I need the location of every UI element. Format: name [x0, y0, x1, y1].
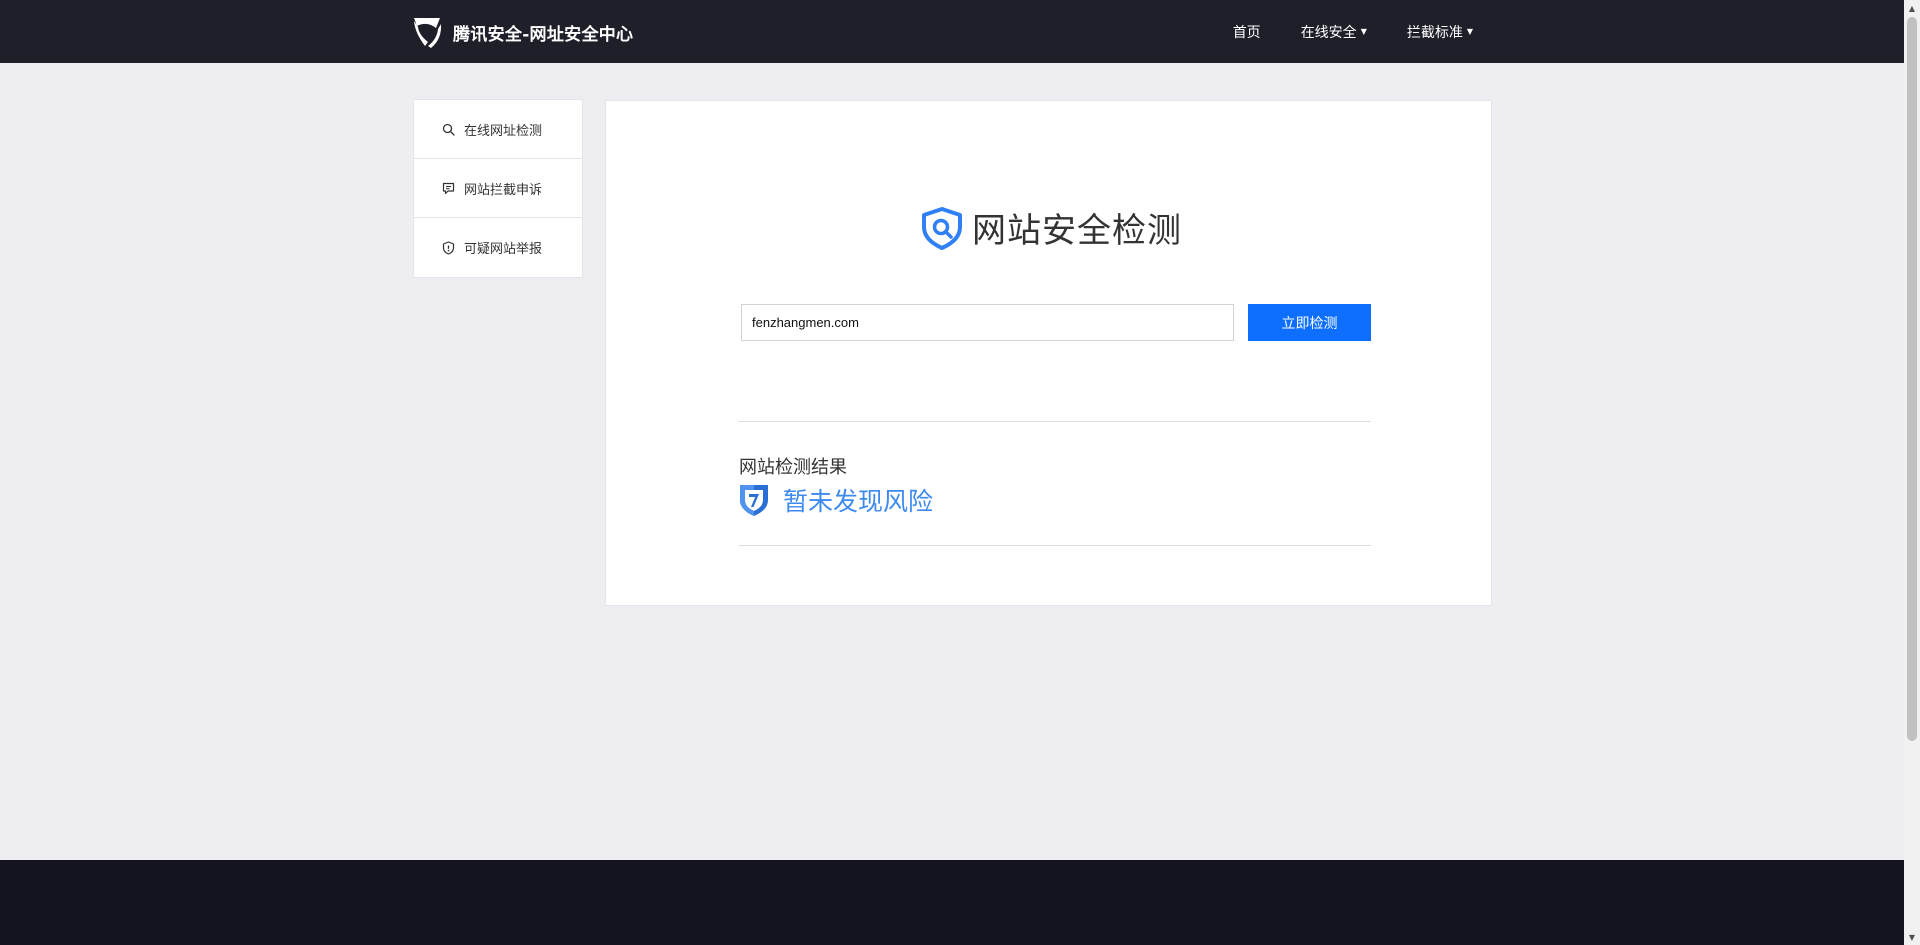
search-icon [441, 122, 455, 136]
check-panel: 网站安全检测 立即检测 网站检测结果 暂未发现风险 [605, 100, 1492, 606]
security-check-shield-icon [922, 206, 962, 250]
shield-alert-icon [441, 240, 455, 255]
url-input[interactable] [741, 304, 1234, 341]
main-nav: 首页 在线安全 ▼ 拦截标准 ▼ [1193, 0, 1473, 63]
scrollbar-thumb[interactable] [1907, 17, 1917, 741]
check-title: 网站安全检测 [920, 203, 1182, 252]
divider [739, 545, 1371, 546]
result-label: 网站检测结果 [739, 457, 847, 478]
brand-logo-link[interactable]: 腾讯安全-网址安全中心 [411, 14, 633, 50]
page-title: 网站安全检测 [972, 211, 1182, 251]
nav-block-standards-label: 拦截标准 [1406, 24, 1463, 41]
detect-now-button[interactable]: 立即检测 [1248, 304, 1371, 341]
sidebar-item-report[interactable]: 可疑网站举报 [414, 218, 582, 277]
nav-block-standards[interactable]: 拦截标准 ▼ [1407, 22, 1473, 42]
nav-home[interactable]: 首页 [1233, 22, 1261, 42]
message-icon [441, 181, 455, 195]
caret-down-icon: ▼ [1466, 26, 1473, 36]
nav-online-security[interactable]: 在线安全 ▼ [1301, 22, 1367, 42]
result-status: 暂未发现风险 [739, 482, 933, 518]
tencent-security-logo-icon [414, 18, 442, 48]
sidebar-item-label: 可疑网站举报 [464, 242, 543, 257]
brand-text: 腾讯安全-网址安全中心 [453, 24, 634, 45]
divider [739, 421, 1371, 422]
sidebar-item-label: 在线网址检测 [464, 123, 543, 139]
sidebar-item-label: 网站拦截申诉 [464, 182, 543, 198]
sidebar-item-url-check[interactable]: 在线网址检测 [414, 100, 582, 159]
scroll-down-icon[interactable]: ▼ [1904, 929, 1920, 945]
nav-home-label: 首页 [1232, 24, 1261, 41]
caret-down-icon: ▼ [1360, 26, 1367, 36]
vertical-scrollbar[interactable]: ▲ ▼ [1904, 0, 1920, 945]
scroll-up-icon[interactable]: ▲ [1904, 0, 1920, 16]
page-footer [0, 860, 1904, 945]
sidebar-item-appeal[interactable]: 网站拦截申诉 [414, 159, 582, 218]
result-status-text: 暂未发现风险 [783, 487, 934, 516]
top-navbar: 腾讯安全-网址安全中心 首页 在线安全 ▼ 拦截标准 ▼ [0, 0, 1904, 63]
nav-online-security-label: 在线安全 [1300, 24, 1357, 41]
sidebar-menu: 在线网址检测 网站拦截申诉 可疑网站举报 [413, 99, 583, 278]
safe-shield-icon [740, 485, 768, 516]
